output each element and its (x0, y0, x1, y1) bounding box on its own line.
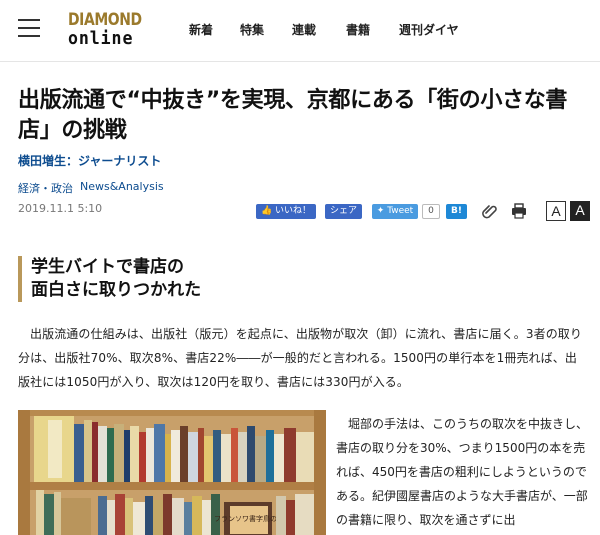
nav-weekly[interactable]: 週刊ダイヤ (399, 21, 459, 38)
hatena-bookmark-button[interactable]: B! (446, 204, 467, 219)
thumbs-up-icon: 👍 (260, 206, 273, 216)
publish-date: 2019.11.1 5:10 (18, 202, 103, 215)
article-paragraph-1: 出版流通の仕組みは、出版社（版元）を起点に、出版物が取次（卸）に流れ、書店に届く… (18, 327, 582, 389)
font-size-small-button[interactable]: A (546, 201, 566, 221)
nav-books[interactable]: 書籍 (346, 21, 370, 38)
menu-icon[interactable] (18, 19, 40, 37)
section-heading: 学生バイトで書店の 面白さに取りつかれた (31, 257, 202, 300)
article-title: 出版流通で“中抜き”を実現、京都にある「街の小さな書店」の挑戦 (18, 88, 568, 143)
book-cover-label: フランソワ書字鳥の絵 (214, 514, 284, 523)
category-link-politics[interactable]: 経済・政治 (18, 180, 73, 196)
tweet-button[interactable]: ✦ Tweet (372, 204, 418, 219)
site-header: DIAMOND online 新着 特集 連載 書籍 週刊ダイヤ (0, 0, 600, 62)
site-logo[interactable]: DIAMOND online (68, 11, 152, 49)
tweet-count: 0 (422, 204, 440, 219)
category-link-news[interactable]: News&Analysis (80, 180, 164, 193)
nav-series[interactable]: 連載 (292, 21, 316, 38)
nav-new[interactable]: 新着 (189, 21, 213, 38)
nav-feature[interactable]: 特集 (240, 21, 264, 38)
print-icon[interactable] (511, 202, 527, 220)
font-size-large-button[interactable]: A (570, 201, 590, 221)
bird-icon: ✦ (376, 206, 385, 216)
article-paragraph-2: 堀部の手法は、このうちの取次を中抜きし、書店の取り分を30%、つまり1500円の… (336, 417, 589, 527)
facebook-share-button[interactable]: シェア (325, 204, 362, 219)
heading-accent-bar (18, 256, 22, 302)
author-link[interactable]: 横田増生：ジャーナリスト (18, 152, 161, 169)
bookshelf-photo: フランソワ書字鳥の絵 (18, 410, 326, 535)
facebook-like-button[interactable]: 👍 いいね！ (256, 204, 316, 219)
clip-icon[interactable] (482, 202, 498, 220)
